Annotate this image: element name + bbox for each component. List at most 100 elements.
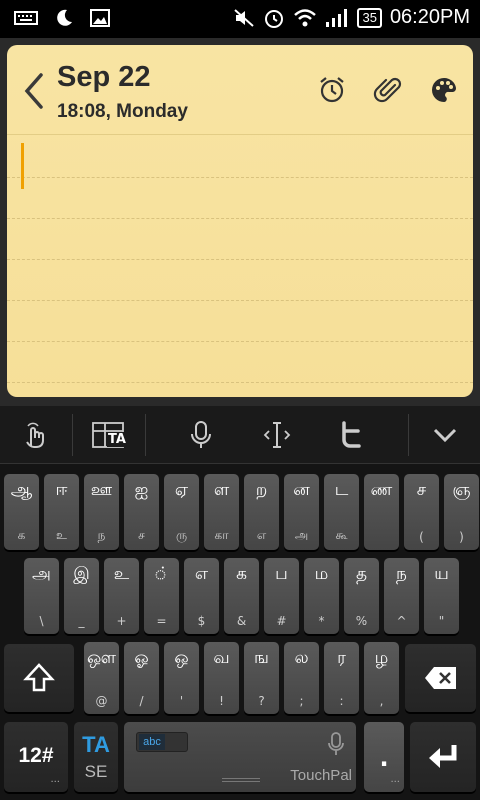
letter-key[interactable]: ய " [424, 558, 459, 634]
letter-key[interactable]: ் = [144, 558, 179, 634]
period-key[interactable]: . ··· [364, 722, 404, 792]
keyboard: ஆ க ஈ உ ஊ ந ஐ ச ஏ ரு ள கா ற எ ன அ ட கூ ண ச(ஞ) அ \ இ _ உ +் = எ $ க & ப… [0, 464, 480, 800]
key-sub-label: ( [419, 530, 424, 544]
key-sub-label: ; [299, 694, 304, 708]
letter-key[interactable]: அ \ [24, 558, 59, 634]
note-frame: Sep 22 18:08, Monday [0, 38, 480, 406]
voice-input-button[interactable] [166, 406, 236, 464]
enter-key[interactable] [410, 722, 476, 792]
key-main-label: ற [255, 480, 268, 500]
key-main-label: ழ [374, 648, 389, 668]
letter-key[interactable]: றஎ [244, 474, 279, 550]
letter-key[interactable]: ஐச [124, 474, 159, 550]
key-sub-label: \ [39, 614, 44, 628]
key-sub-label: " [438, 614, 445, 628]
key-main-label: ஆ [10, 480, 33, 500]
numbers-key-label: 12# [18, 744, 54, 767]
letter-key[interactable]: ஔ @ [84, 642, 119, 714]
keyboard-icon [14, 11, 38, 25]
letter-key[interactable]: ங? [244, 642, 279, 714]
hand-touch-icon [26, 422, 44, 448]
key-sub-label: : [339, 694, 344, 708]
mute-icon [234, 8, 255, 27]
language-key[interactable]: TA SE [74, 722, 118, 792]
backspace-key[interactable] [405, 644, 476, 712]
layout-button[interactable]: TA [73, 406, 145, 464]
note-header: Sep 22 18:08, Monday [7, 45, 473, 135]
key-main-label: த [355, 564, 368, 584]
letter-key[interactable]: ஆக [4, 474, 39, 550]
palette-icon[interactable] [429, 75, 459, 105]
key-main-label: உ [113, 564, 130, 584]
letter-key[interactable]: ழ, [364, 642, 399, 714]
key-sub-label: கா [214, 528, 229, 542]
back-chevron-icon[interactable] [19, 71, 49, 111]
note-time: 18:08, Monday [57, 101, 188, 122]
hide-keyboard-button[interactable] [409, 406, 480, 464]
key-main-label: ஞ [452, 480, 471, 500]
key-sub-label: * [318, 614, 325, 628]
letter-key[interactable]: ட கூ [324, 474, 359, 550]
key-sub-label: ந [97, 528, 106, 542]
key-main-label: ஔ [87, 648, 116, 668]
shift-arrow-icon [23, 663, 55, 692]
letter-key[interactable]: எ $ [184, 558, 219, 634]
key-sub-label: % [355, 614, 368, 628]
key-main-label: ஐ [134, 480, 149, 500]
letter-key[interactable]: ஈஉ [44, 474, 79, 550]
key-main-label: ஓ [134, 648, 149, 668]
key-sub-label: _ [78, 614, 85, 628]
battery-icon: 35 [357, 7, 382, 28]
key-main-label: ங [254, 648, 269, 668]
letter-key[interactable]: ஓ / [124, 642, 159, 714]
letter-key[interactable]: னஅ [284, 474, 319, 550]
microphone-icon [191, 421, 211, 448]
microphone-icon [328, 732, 344, 755]
abc-toggle[interactable]: abc [136, 732, 188, 752]
space-key[interactable]: abc TouchPal [124, 722, 356, 792]
letter-key[interactable]: வ! [204, 642, 239, 714]
letter-key[interactable]: ள கா [204, 474, 239, 550]
key-sub-label: ^ [396, 614, 407, 628]
letter-key[interactable]: ல; [284, 642, 319, 714]
key-sub-label: ! [219, 694, 224, 708]
rule-line [7, 259, 473, 260]
letter-key[interactable]: ண [364, 474, 399, 550]
note-lines[interactable] [7, 135, 473, 397]
letter-key[interactable]: ஊந [84, 474, 119, 550]
chevron-down-icon [433, 428, 456, 443]
letter-key[interactable]: ஞ) [444, 474, 479, 550]
letter-key[interactable]: ர: [324, 642, 359, 714]
letter-key[interactable]: ந ^ [384, 558, 419, 634]
key-main-label: ள [213, 480, 230, 500]
enter-arrow-icon [429, 745, 457, 768]
letter-key[interactable]: இ _ [64, 558, 99, 634]
rule-line [7, 382, 473, 383]
key-main-label: ் [153, 564, 170, 584]
key-main-label: ஈ [55, 480, 68, 500]
twitter-button[interactable] [316, 406, 386, 464]
note-paper[interactable]: Sep 22 18:08, Monday [7, 45, 473, 397]
alarm-clock-icon[interactable] [317, 75, 347, 105]
letter-key[interactable]: ஏ ரு [164, 474, 199, 550]
numbers-key[interactable]: 12# ··· [4, 722, 68, 792]
letter-key[interactable]: க & [224, 558, 259, 634]
rule-line [7, 341, 473, 342]
letter-key[interactable]: ப # [264, 558, 299, 634]
shift-key[interactable] [4, 644, 74, 712]
toolbar-separator [145, 414, 146, 456]
cursor-move-button[interactable] [242, 406, 312, 464]
letter-key[interactable]: ச( [404, 474, 439, 550]
letter-key[interactable]: உ + [104, 558, 139, 634]
key-main-label: ப [275, 564, 288, 584]
alarm-icon [265, 9, 284, 28]
key-sub-label: , [379, 694, 384, 708]
paperclip-icon[interactable] [373, 75, 403, 105]
text-cursor-icon [263, 422, 291, 448]
letter-key[interactable]: ம * [304, 558, 339, 634]
text-cursor [21, 143, 24, 189]
touch-mode-button[interactable] [0, 406, 72, 464]
signal-icon [326, 8, 348, 27]
letter-key[interactable]: ஒ ' [164, 642, 199, 714]
letter-key[interactable]: த% [344, 558, 379, 634]
